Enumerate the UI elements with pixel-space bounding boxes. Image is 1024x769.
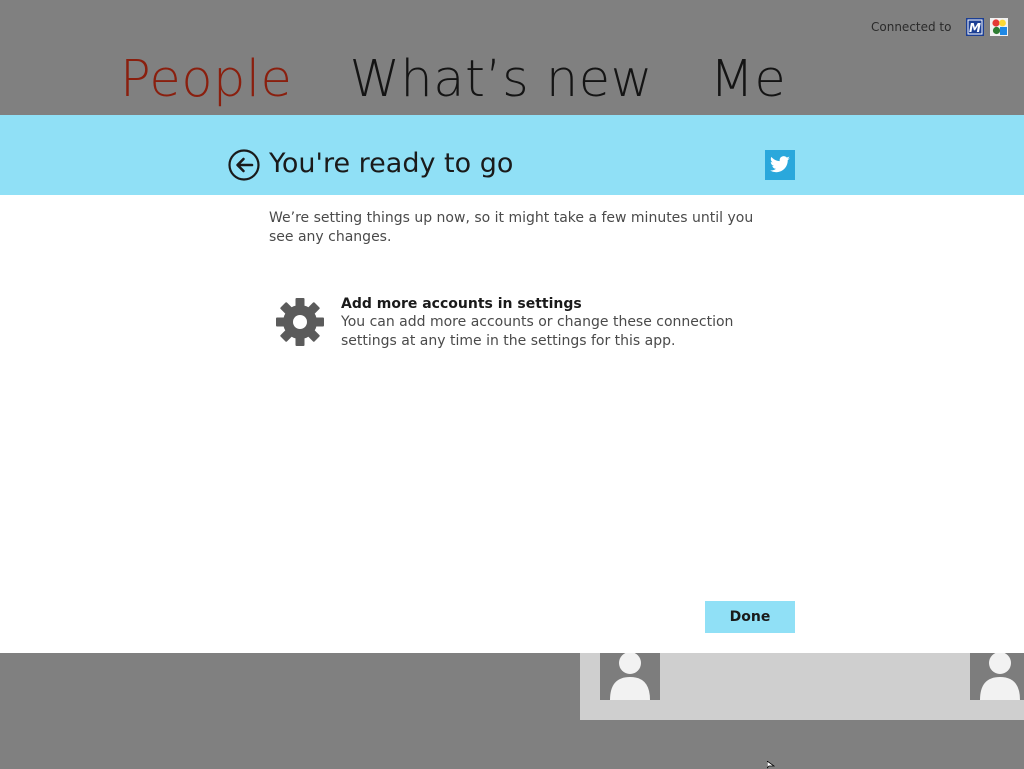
settings-hint-description: You can add more accounts or change thes…: [341, 314, 734, 349]
tab-me[interactable]: Me: [710, 45, 786, 115]
contacts-strip: [580, 653, 1024, 720]
dialog-message: We’re setting things up now, so it might…: [269, 210, 754, 245]
tab-whats-new[interactable]: What’s new: [349, 45, 652, 115]
svg-text:M: M: [970, 21, 982, 35]
settings-hint-heading: Add more accounts in settings: [341, 296, 582, 312]
contact-tile[interactable]: [970, 653, 1024, 700]
microsoft-account-icon[interactable]: M: [960, 18, 985, 36]
back-button[interactable]: [228, 149, 260, 181]
connect-account-dialog: You're ready to go We’re setting things …: [0, 115, 1024, 653]
connected-to-label: Connected to: [871, 20, 952, 34]
connected-to-indicator: Connected to M: [871, 17, 1009, 37]
back-arrow-icon: [228, 149, 260, 181]
google-account-icon[interactable]: [984, 18, 1009, 36]
hub-navigation: People What’s new Me: [120, 45, 843, 115]
dialog-header: You're ready to go: [0, 115, 1024, 195]
settings-hint: Add more accounts in settings You can ad…: [269, 295, 789, 355]
person-placeholder-icon: [610, 653, 650, 700]
dialog-title: You're ready to go: [269, 148, 514, 179]
twitter-icon: [765, 150, 795, 180]
gear-icon: [275, 297, 325, 347]
done-button[interactable]: Done: [705, 601, 795, 633]
tab-people[interactable]: People: [120, 45, 292, 115]
person-placeholder-icon: [980, 653, 1020, 700]
contact-tile[interactable]: [600, 653, 660, 700]
